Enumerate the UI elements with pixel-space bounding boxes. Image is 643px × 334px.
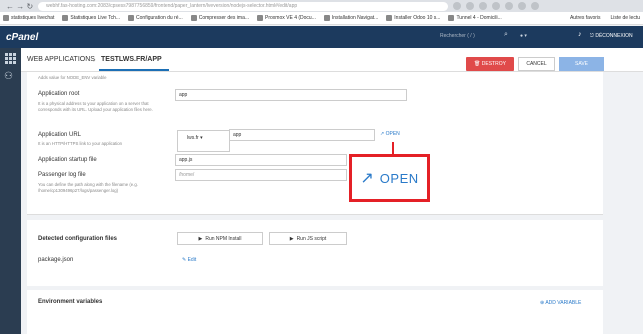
app-root-label: Application root xyxy=(38,91,80,97)
logout-link[interactable]: ⎋ DÉCONNEXION xyxy=(590,33,633,39)
callout-connector xyxy=(392,142,394,154)
bookmark-favicon-icon xyxy=(62,15,69,21)
bookmark[interactable]: Compresser des ima... xyxy=(190,15,249,21)
bookmark-favicon-icon xyxy=(3,15,9,21)
bookmark[interactable]: Installation Navigat... xyxy=(323,15,378,21)
browser-toolbar: ← → ↻ webhf.fas-hosting.com:2083/cpsess7… xyxy=(0,0,643,12)
bookmark[interactable]: Configuration du ré... xyxy=(128,15,183,21)
add-variable-button[interactable]: ⊕ ADD VARIABLE xyxy=(540,300,581,306)
app-url-input[interactable]: app xyxy=(229,129,375,141)
open-link[interactable]: ↗ OPEN xyxy=(380,131,400,137)
external-link-icon: ↗ xyxy=(360,170,374,187)
profile-avatar[interactable] xyxy=(531,2,540,10)
extension-icon[interactable] xyxy=(505,2,514,10)
play-icon: ▶ xyxy=(289,235,294,242)
bookmark[interactable]: Statistiques Live Tch... xyxy=(62,15,120,21)
breadcrumb-web-applications[interactable]: WEB APPLICATIONS xyxy=(27,56,95,63)
active-tab-underline xyxy=(99,69,169,71)
bookmark-favicon-icon xyxy=(128,15,135,21)
bookmark-favicon-icon xyxy=(386,15,393,21)
bell-icon[interactable]: ♪ xyxy=(578,31,582,38)
callout-label: OPEN xyxy=(379,170,419,186)
config-files-panel xyxy=(27,220,603,286)
bookmark[interactable]: Installer Odoo 10 s... xyxy=(386,15,440,21)
domain-select[interactable]: lws.fr ▾ xyxy=(177,130,230,152)
extension-icon[interactable] xyxy=(518,2,527,10)
extension-icon[interactable] xyxy=(479,2,488,10)
reading-list[interactable]: Liste de lectu xyxy=(611,15,640,21)
extension-icon[interactable] xyxy=(492,2,501,10)
cpanel-logo[interactable]: cPanel xyxy=(0,32,38,43)
run-npm-install-button[interactable]: ▶ Run NPM Install xyxy=(177,232,263,245)
config-file-name: package.json xyxy=(38,257,74,263)
extension-icon[interactable] xyxy=(453,2,462,10)
bookmark-favicon-icon xyxy=(257,15,264,21)
bookmarks-bar: statistiques livechat Statistiques Live … xyxy=(0,12,643,25)
node-env-hint: Adds value for NODE_ENV variable xyxy=(38,75,107,80)
app-url-label: Application URL xyxy=(38,132,82,138)
bookmark[interactable]: statistiques livechat xyxy=(3,15,54,21)
bookmark-favicon-icon xyxy=(190,15,197,21)
app-root-hint: It is a physical address to your applica… xyxy=(38,101,153,112)
run-js-script-button[interactable]: ▶ Run JS script xyxy=(269,232,347,245)
startup-file-input[interactable]: app.js xyxy=(175,154,347,166)
config-files-title: Detected configuration files xyxy=(38,236,118,242)
browser-nav-icons[interactable]: ← → ↻ xyxy=(6,2,33,11)
env-variables-panel xyxy=(27,290,603,334)
user-menu[interactable]: ● ▾ xyxy=(520,33,527,39)
bookmark[interactable]: Tunnel 4 - Domicili... xyxy=(448,15,502,21)
bookmark-favicon-icon xyxy=(323,15,330,21)
destroy-button[interactable]: 🗑︎ DESTROY xyxy=(466,57,514,71)
search-input[interactable]: Rechercher ( / ) xyxy=(440,33,475,39)
edit-link[interactable]: ✎ Edit xyxy=(182,257,196,263)
bookmark[interactable]: Proxmox VE 4 (Docu... xyxy=(257,15,316,21)
sidebar: ⚇ xyxy=(0,48,21,334)
env-variables-title: Environment variables xyxy=(38,299,103,305)
log-file-input[interactable]: /home/ xyxy=(175,169,347,181)
cancel-button[interactable]: CANCEL xyxy=(518,57,555,71)
bookmarks-right: Autres favoris Liste de lectu xyxy=(570,15,640,21)
save-button[interactable]: SAVE xyxy=(559,57,604,71)
page-topbar: WEB APPLICATIONS › TESTLWS.FR/APP 🗑︎ DES… xyxy=(21,48,643,72)
bookmark-favicon-icon xyxy=(448,15,455,21)
search-icon[interactable]: ⌕ xyxy=(504,31,508,39)
other-bookmarks[interactable]: Autres favoris xyxy=(570,15,601,21)
log-file-label: Passenger log file xyxy=(38,172,86,178)
app-url-hint: It is an HTTP/HTTPS link to your applica… xyxy=(38,141,123,146)
users-icon[interactable]: ⚇ xyxy=(4,71,13,82)
breadcrumb-current: TESTLWS.FR/APP xyxy=(101,56,162,63)
play-icon: ▶ xyxy=(198,235,203,242)
external-link-icon: ↗ xyxy=(380,131,385,137)
apps-grid-icon[interactable] xyxy=(5,53,16,64)
breadcrumb-separator: › xyxy=(93,55,96,64)
app-root-input[interactable]: app xyxy=(175,89,407,101)
open-callout: ↗ OPEN xyxy=(349,154,430,202)
cpanel-header: cPanel Rechercher ( / ) ⌕ ● ▾ ♪ ⎋ DÉCONN… xyxy=(0,26,643,48)
startup-file-label: Application startup file xyxy=(38,157,97,163)
plus-circle-icon: ⊕ xyxy=(540,300,545,306)
extension-icon[interactable] xyxy=(466,2,475,10)
log-file-hint: You can define the path along with the f… xyxy=(38,182,138,193)
pencil-icon: ✎ xyxy=(182,257,187,263)
address-bar[interactable]: webhf.fas-hosting.com:2083/cpsess7987756… xyxy=(38,1,449,11)
